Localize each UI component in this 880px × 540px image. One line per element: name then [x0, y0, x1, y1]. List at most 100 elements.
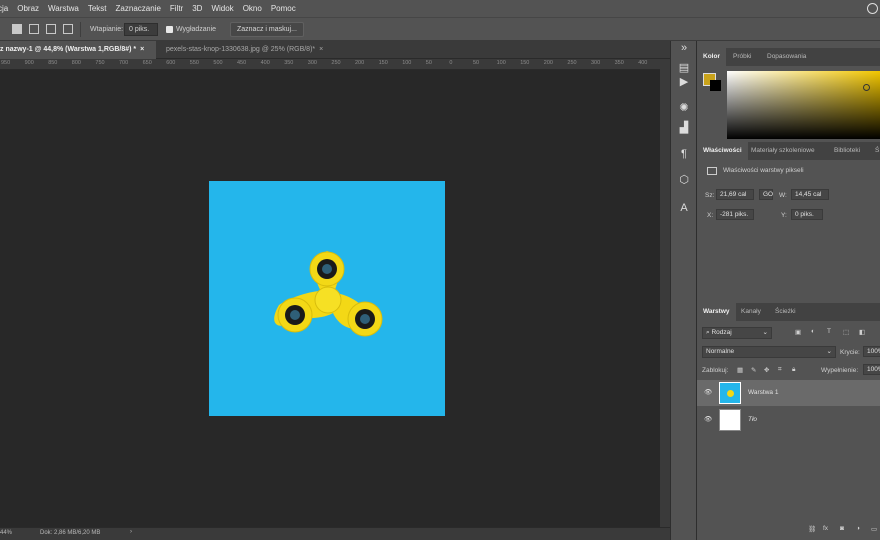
- background-color-swatch[interactable]: [710, 80, 721, 91]
- layer-name[interactable]: Warstwa 1: [748, 389, 778, 396]
- filter-shape-icon[interactable]: ⬚: [843, 328, 849, 336]
- tab-document-1[interactable]: z nazwy-1 @ 44,8% (Warstwa 1,RGB/8#) * ×: [0, 41, 156, 59]
- ruler-tick-label: 400: [638, 60, 648, 66]
- history-icon[interactable]: ▤: [677, 61, 691, 75]
- new-selection-icon[interactable]: [12, 24, 22, 34]
- eye-icon[interactable]: 👁︎: [704, 388, 712, 396]
- tab-color[interactable]: Kolor: [697, 48, 726, 66]
- zoom-level[interactable]: 44%: [0, 530, 12, 536]
- tab-more[interactable]: Ś: [869, 142, 880, 160]
- lock-artboard-icon[interactable]: ⌗: [778, 366, 782, 374]
- tab-adjustments[interactable]: Dopasowania: [761, 48, 812, 66]
- panel-toolstrip: » ▤ ▶ ✺ ▟ ¶ ⬡ A: [670, 41, 697, 540]
- chevron-right-icon[interactable]: ›: [130, 529, 132, 535]
- ruler-tick-label: 300: [591, 60, 601, 66]
- ruler-tick-label: 600: [166, 60, 176, 66]
- tab-learn[interactable]: Materiały szkoleniowe: [745, 142, 821, 160]
- fill-label: Wypełnienie:: [821, 367, 859, 374]
- right-panels: Kolor Próbki Dopasowania Właściwości Mat…: [697, 41, 880, 540]
- tab-layers[interactable]: Warstwy: [697, 303, 736, 321]
- ruler-tick-label: 250: [331, 60, 341, 66]
- add-selection-icon[interactable]: [29, 24, 39, 34]
- filter-pixel-icon[interactable]: ▣: [795, 328, 801, 336]
- ruler-tick-label: 300: [307, 60, 317, 66]
- filter-smart-object-icon[interactable]: ◧: [859, 328, 865, 336]
- menu-filter[interactable]: Filtr: [170, 4, 183, 13]
- ruler-tick-label: 750: [95, 60, 105, 66]
- blend-mode-dropdown[interactable]: Normalne ⌄: [702, 346, 836, 358]
- character-icon[interactable]: A: [677, 201, 691, 215]
- lock-transparent-icon[interactable]: ▦: [737, 366, 743, 374]
- menu-type[interactable]: Tekst: [88, 4, 107, 13]
- properties-panel-tabs: Właściwości Materiały szkoleniowe Biblio…: [697, 142, 880, 160]
- lock-position-icon[interactable]: ✥: [764, 366, 769, 374]
- play-icon[interactable]: ▶: [677, 75, 691, 89]
- menu-layer[interactable]: Warstwa: [48, 4, 79, 13]
- color-picker-field[interactable]: [727, 71, 880, 139]
- layer-mask-icon[interactable]: ◙: [840, 525, 844, 532]
- feather-label: Wtapianie:: [90, 26, 124, 33]
- filter-kind-label: Rodzaj: [711, 329, 732, 336]
- image-canvas[interactable]: [209, 181, 445, 416]
- fill-input[interactable]: 100%: [863, 364, 880, 375]
- ruler-tick-label: 100: [496, 60, 506, 66]
- ruler-tick-label: 800: [71, 60, 81, 66]
- layer-style-icon[interactable]: fx: [823, 525, 828, 532]
- menu-select[interactable]: Zaznaczanie: [116, 4, 161, 13]
- layer-row-warstwa-1[interactable]: 👁︎ Warstwa 1: [697, 380, 880, 406]
- vertical-scrollbar[interactable]: [660, 59, 670, 527]
- tab-channels[interactable]: Kanały: [735, 303, 767, 321]
- tab-properties[interactable]: Właściwości: [697, 142, 748, 160]
- ruler-tick-label: 350: [284, 60, 294, 66]
- close-icon[interactable]: ×: [140, 46, 144, 53]
- adjustment-layer-icon[interactable]: ◑: [856, 525, 860, 532]
- ruler-tick-label: 400: [260, 60, 270, 66]
- lock-brush-icon[interactable]: ✎: [751, 366, 756, 374]
- opacity-label: Krycie:: [840, 349, 860, 356]
- tab-swatches[interactable]: Próbki: [727, 48, 757, 66]
- filter-type-icon[interactable]: T: [827, 328, 831, 335]
- layer-name[interactable]: Tło: [748, 416, 757, 423]
- subtract-selection-icon[interactable]: [46, 24, 56, 34]
- menu-view[interactable]: Widok: [211, 4, 233, 13]
- tab-document-2[interactable]: pexels-stas-knop-1330638.jpg @ 25% (RGB/…: [160, 41, 340, 59]
- feather-input[interactable]: 0 piks.: [124, 23, 158, 36]
- search-icon[interactable]: [867, 3, 878, 14]
- tab-paths[interactable]: Ścieżki: [769, 303, 802, 321]
- layer-filter-dropdown[interactable]: ⌕ Rodzaj ⌄: [702, 327, 772, 339]
- layer-row-background[interactable]: 👁︎ Tło: [697, 407, 880, 433]
- new-group-icon[interactable]: ▭: [871, 525, 877, 533]
- lock-all-icon[interactable]: 🔒︎: [792, 366, 795, 374]
- height-input[interactable]: 14,45 cal: [791, 189, 829, 200]
- x-input[interactable]: -281 piks.: [716, 209, 754, 220]
- ruler-tick-label: 700: [119, 60, 129, 66]
- filter-adjustment-icon[interactable]: ◐: [811, 328, 815, 335]
- paragraph-icon[interactable]: ¶: [677, 147, 691, 161]
- height-label: W:: [779, 192, 787, 199]
- opacity-input[interactable]: 100%: [863, 346, 880, 357]
- menu-3d[interactable]: 3D: [192, 4, 202, 13]
- chevron-down-icon: ⌄: [762, 329, 768, 336]
- tab-label: pexels-stas-knop-1330638.jpg @ 25% (RGB/…: [166, 46, 316, 53]
- width-input[interactable]: 21,69 cal: [716, 189, 754, 200]
- y-input[interactable]: 0 piks.: [791, 209, 823, 220]
- adjustments-icon[interactable]: ✺: [677, 101, 691, 115]
- histogram-icon[interactable]: ▟: [677, 121, 691, 135]
- menu-edit[interactable]: cja: [0, 4, 8, 13]
- eye-icon[interactable]: 👁︎: [704, 415, 712, 423]
- tab-libraries[interactable]: Biblioteki: [828, 142, 866, 160]
- select-and-mask-button[interactable]: Zaznacz i maskuj...: [230, 22, 304, 37]
- menu-window[interactable]: Okno: [243, 4, 262, 13]
- menu-image[interactable]: Obraz: [17, 4, 39, 13]
- link-layers-icon[interactable]: ⛓: [808, 525, 816, 533]
- options-bar: Wtapianie: 0 piks. Wygładzanie Zaznacz i…: [0, 17, 880, 41]
- antialias-checkbox[interactable]: [166, 26, 173, 33]
- intersect-selection-icon[interactable]: [63, 24, 73, 34]
- menu-help[interactable]: Pomoc: [271, 4, 296, 13]
- 3d-cube-icon[interactable]: ⬡: [677, 173, 691, 187]
- collapse-icon[interactable]: »: [677, 41, 691, 55]
- fidget-spinner-image: [274, 251, 383, 337]
- color-picker-cursor[interactable]: [863, 84, 870, 91]
- close-icon[interactable]: ×: [319, 46, 323, 53]
- link-dimensions-button[interactable]: GO: [759, 189, 773, 200]
